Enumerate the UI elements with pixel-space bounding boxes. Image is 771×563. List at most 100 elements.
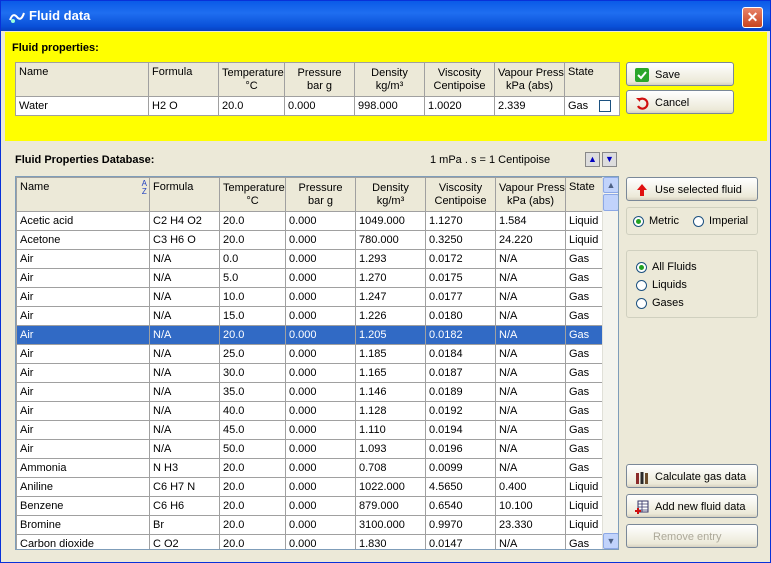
table-cell[interactable]: 0.000: [285, 439, 356, 459]
table-cell[interactable]: 0.000: [285, 287, 356, 307]
table-cell[interactable]: 20.0: [219, 230, 286, 250]
table-cell[interactable]: Air: [16, 249, 150, 269]
table-cell[interactable]: 1.093: [355, 439, 426, 459]
move-up-button[interactable]: ▲: [585, 152, 600, 167]
table-cell[interactable]: C6 H6: [149, 496, 220, 516]
table-cell[interactable]: 0.000: [285, 249, 356, 269]
table-cell[interactable]: Air: [16, 344, 150, 364]
db-header-6[interactable]: Vapour Press. kPa (abs): [495, 177, 566, 212]
db-header-0[interactable]: Name A Z: [16, 177, 150, 212]
table-cell[interactable]: 1.584: [495, 211, 566, 231]
gases-radio[interactable]: [636, 298, 647, 309]
table-cell[interactable]: C2 H4 O2: [149, 211, 220, 231]
table-cell[interactable]: Acetic acid: [16, 211, 150, 231]
fp-formula-cell[interactable]: H2 O: [148, 96, 219, 116]
fp-header-6[interactable]: Vapour Press. kPa (abs): [494, 62, 565, 97]
table-row[interactable]: Ammonia N H3 20.0 0.000 0.708 0.0099 N/A Gas: [16, 458, 603, 478]
table-cell[interactable]: 1049.000: [355, 211, 426, 231]
table-cell[interactable]: 0.000: [285, 458, 356, 478]
table-cell[interactable]: 0.000: [285, 477, 356, 497]
table-cell[interactable]: Acetone: [16, 230, 150, 250]
table-cell[interactable]: 3100.000: [355, 515, 426, 535]
table-cell[interactable]: Air: [16, 306, 150, 326]
table-cell[interactable]: 0.0099: [425, 458, 496, 478]
table-cell[interactable]: Liquid: [565, 496, 603, 516]
table-cell[interactable]: 1022.000: [355, 477, 426, 497]
table-row[interactable]: Acetic acid C2 H4 O2 20.0 0.000 1049.000 1.12…: [16, 211, 603, 231]
table-cell[interactable]: Gas: [565, 439, 603, 459]
table-cell[interactable]: N/A: [495, 325, 566, 345]
table-cell[interactable]: 0.9970: [425, 515, 496, 535]
table-cell[interactable]: N/A: [495, 306, 566, 326]
move-down-button[interactable]: ▼: [602, 152, 617, 167]
cancel-button[interactable]: Cancel: [626, 90, 734, 114]
title-bar[interactable]: Fluid data ✕: [1, 1, 770, 31]
table-cell[interactable]: Gas: [565, 458, 603, 478]
table-row[interactable]: Air N/A 5.0 0.000 1.270 0.0175 N/A Gas: [16, 268, 603, 288]
imperial-radio[interactable]: [693, 216, 704, 227]
table-cell[interactable]: 23.330: [495, 515, 566, 535]
table-cell[interactable]: 0.000: [285, 382, 356, 402]
table-cell[interactable]: Air: [16, 325, 150, 345]
table-cell[interactable]: Air: [16, 382, 150, 402]
table-cell[interactable]: 1.128: [355, 401, 426, 421]
table-cell[interactable]: Gas: [565, 420, 603, 440]
table-cell[interactable]: 0.000: [285, 325, 356, 345]
table-cell[interactable]: N/A: [495, 420, 566, 440]
table-cell[interactable]: N/A: [149, 363, 220, 383]
database-scrollbar[interactable]: ▲ ▼: [602, 177, 618, 549]
table-cell[interactable]: 25.0: [219, 344, 286, 364]
table-cell[interactable]: 0.000: [285, 211, 356, 231]
state-checkbox[interactable]: [599, 100, 611, 112]
table-cell[interactable]: 0.000: [285, 363, 356, 383]
table-cell[interactable]: 20.0: [219, 496, 286, 516]
table-cell[interactable]: N/A: [495, 534, 566, 549]
table-cell[interactable]: 5.0: [219, 268, 286, 288]
table-cell[interactable]: 0.000: [285, 401, 356, 421]
table-cell[interactable]: N/A: [495, 401, 566, 421]
fp-state-cell[interactable]: Gas: [564, 96, 620, 116]
table-cell[interactable]: N/A: [495, 363, 566, 383]
table-cell[interactable]: 0.6540: [425, 496, 496, 516]
use-selected-fluid-button[interactable]: Use selected fluid: [626, 177, 758, 201]
table-cell[interactable]: 0.0192: [425, 401, 496, 421]
table-row[interactable]: Air N/A 50.0 0.000 1.093 0.0196 N/A Gas: [16, 439, 603, 459]
table-cell[interactable]: 879.000: [355, 496, 426, 516]
fp-header-2[interactable]: Temperature °C: [218, 62, 285, 97]
table-cell[interactable]: 1.830: [355, 534, 426, 549]
table-cell[interactable]: 0.0180: [425, 306, 496, 326]
table-row[interactable]: Air N/A 25.0 0.000 1.185 0.0184 N/A Gas: [16, 344, 603, 364]
sort-az-icon[interactable]: AZ: [142, 180, 147, 196]
table-row[interactable]: Benzene C6 H6 20.0 0.000 879.000 0.6540 10.100…: [16, 496, 603, 516]
table-cell[interactable]: N/A: [495, 249, 566, 269]
close-button[interactable]: ✕: [742, 7, 763, 28]
table-cell[interactable]: 0.0182: [425, 325, 496, 345]
table-cell[interactable]: 20.0: [219, 325, 286, 345]
table-cell[interactable]: 0.0196: [425, 439, 496, 459]
table-cell[interactable]: Air: [16, 401, 150, 421]
table-row[interactable]: Air N/A 40.0 0.000 1.128 0.0192 N/A Gas: [16, 401, 603, 421]
table-cell[interactable]: Gas: [565, 325, 603, 345]
table-row[interactable]: Air N/A 20.0 0.000 1.205 0.0182 N/A Gas: [16, 325, 603, 345]
db-header-5[interactable]: Viscosity Centipoise: [425, 177, 496, 212]
table-row[interactable]: Air N/A 0.0 0.000 1.293 0.0172 N/A Gas: [16, 249, 603, 269]
table-cell[interactable]: Benzene: [16, 496, 150, 516]
table-cell[interactable]: 0.0175: [425, 268, 496, 288]
table-cell[interactable]: 0.0147: [425, 534, 496, 549]
table-cell[interactable]: 0.0184: [425, 344, 496, 364]
table-cell[interactable]: N/A: [149, 325, 220, 345]
table-cell[interactable]: 1.293: [355, 249, 426, 269]
table-cell[interactable]: 35.0: [219, 382, 286, 402]
table-cell[interactable]: 0.0177: [425, 287, 496, 307]
table-cell[interactable]: 0.000: [285, 534, 356, 549]
db-header-7[interactable]: State: [565, 177, 603, 212]
fp-header-0[interactable]: Name: [15, 62, 149, 97]
table-cell[interactable]: N/A: [149, 401, 220, 421]
table-cell[interactable]: 40.0: [219, 401, 286, 421]
table-cell[interactable]: 24.220: [495, 230, 566, 250]
table-cell[interactable]: Liquid: [565, 515, 603, 535]
save-button[interactable]: Save: [626, 62, 734, 86]
table-cell[interactable]: 1.205: [355, 325, 426, 345]
table-cell[interactable]: 20.0: [219, 515, 286, 535]
table-row[interactable]: Carbon dioxide C O2 20.0 0.000 1.830 0.0147 N/…: [16, 534, 603, 549]
